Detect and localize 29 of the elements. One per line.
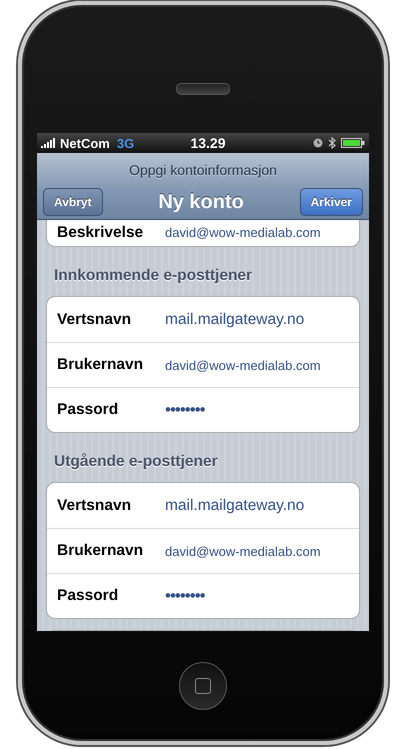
field-label: Vertsnavn [57, 310, 132, 328]
network-type: 3G [116, 136, 134, 150]
field-label: Passord [57, 587, 120, 605]
field-value[interactable]: mail.mailgateway.no [165, 310, 304, 328]
speaker-grille [176, 83, 230, 95]
cancel-button[interactable]: Avbryt [43, 188, 103, 216]
carrier-name: NetCom [60, 136, 110, 150]
section-header: Utgående e-posttjener [53, 452, 219, 472]
field-value[interactable]: mail.mailgateway.no [165, 496, 304, 514]
field-label: Brukernavn [57, 542, 144, 560]
nav-prompt: Oppgi kontoinformasjon [128, 161, 278, 180]
section-header: Innkommende e-posttjener [53, 266, 254, 286]
field-label: Beskrivelse [57, 223, 144, 243]
bluetooth-icon [328, 137, 336, 149]
home-button[interactable] [179, 662, 227, 710]
field-value[interactable]: david@wow-medialab.com [165, 223, 321, 243]
field-label: Passord [57, 401, 120, 419]
field-value[interactable]: david@wow-medialab.com [165, 544, 321, 558]
signal-icon [41, 138, 57, 148]
save-button[interactable]: Arkiver [300, 188, 363, 216]
field-label: Vertsnavn [57, 496, 132, 514]
field-label: Brukernavn [57, 356, 144, 374]
nav-title: Ny konto [158, 190, 244, 214]
password-field[interactable]: •••••••• [165, 400, 205, 420]
field-value[interactable]: david@wow-medialab.com [165, 358, 321, 372]
status-time: 13.29 [189, 135, 227, 151]
password-field[interactable]: •••••••• [165, 586, 205, 606]
battery-icon [341, 138, 365, 148]
alarm-clock-icon [313, 138, 323, 148]
